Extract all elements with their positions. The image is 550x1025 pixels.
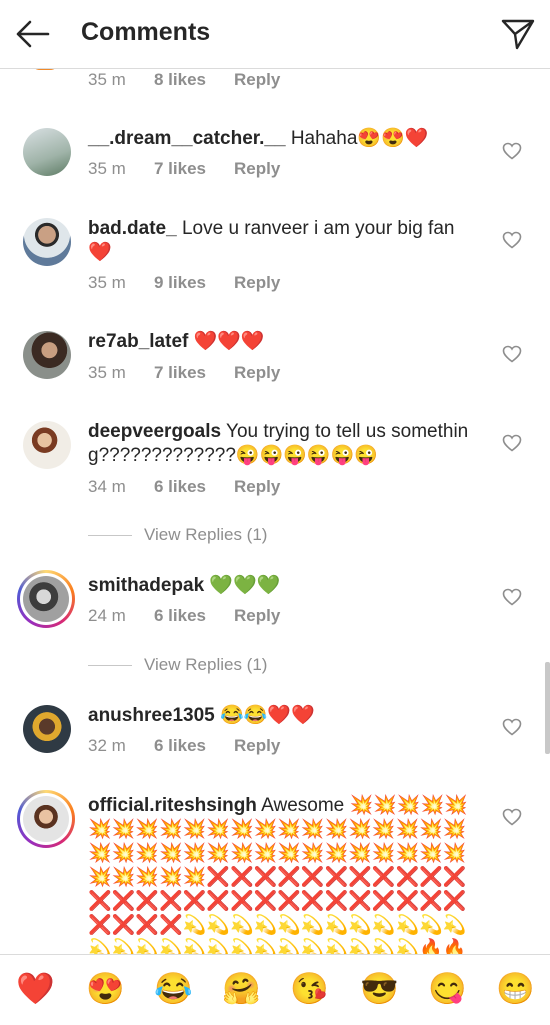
comment-likes[interactable]: 7 likes [154,363,234,383]
avatar[interactable] [23,331,71,379]
heart-outline-icon[interactable] [502,588,522,606]
avatar[interactable] [17,790,75,848]
avatar[interactable] [17,570,75,628]
emoji-button[interactable]: 😎 [360,971,399,1007]
comment-body: 😂😂❤️❤️ [214,705,315,726]
comment-username[interactable]: __.dream__catcher.__ [88,128,286,149]
comment-time: 24 m [88,606,126,625]
comment-likes[interactable]: 9 likes [154,273,234,293]
view-replies-label: View Replies (1) [144,655,268,674]
comment-likes[interactable]: 6 likes [154,477,234,497]
comment-time: 34 m [88,477,126,496]
comment-meta: 24 m 6 likes Reply [88,606,280,626]
heart-outline-icon[interactable] [502,231,522,249]
comment-text: bad.date_ Love u ranveer i am your big f… [88,217,480,265]
avatar[interactable] [23,421,71,469]
divider-line [88,665,132,667]
avatar[interactable] [23,705,71,753]
comment-username[interactable]: re7ab_latef [88,331,188,352]
avatar[interactable] [23,128,71,176]
heart-outline-icon[interactable] [502,142,522,160]
emoji-button[interactable]: 😋 [428,971,467,1007]
emoji-button[interactable]: 😁 [496,971,535,1007]
comment-text: official.riteshsingh Awesome 💥💥💥💥💥💥💥💥💥💥💥… [88,794,480,954]
paper-plane-icon[interactable] [500,17,536,51]
comment-time: 35 m [88,159,126,178]
comment-meta: 35 m 8 likes Reply [88,70,280,90]
emoji-button[interactable]: 😍 [86,971,125,1007]
view-replies-button[interactable]: View Replies (1) [88,525,267,545]
reply-button[interactable]: Reply [234,736,280,756]
comment-meta: 34 m 6 likes Reply [88,477,280,497]
heart-outline-icon[interactable] [502,345,522,363]
comment-meta: 35 m 7 likes Reply [88,363,280,383]
reply-button[interactable]: Reply [234,363,280,383]
comment-body: ❤️❤️❤️ [188,331,265,352]
comment-body: Hahaha😍😍❤️ [285,128,429,149]
comment-username[interactable]: official.riteshsingh [88,795,257,816]
view-replies-label: View Replies (1) [144,525,268,544]
emoji-button[interactable]: 😘 [290,971,329,1007]
comment-likes[interactable]: 6 likes [154,736,234,756]
header-bar: Comments [0,0,550,69]
comment-likes[interactable]: 8 likes [154,70,234,90]
comment-meta: 35 m 7 likes Reply [88,159,280,179]
comment-username[interactable]: anushree1305 [88,705,215,726]
emoji-button[interactable]: ❤️ [16,971,55,1007]
comment-text: anushree1305 😂😂❤️❤️ [88,704,480,728]
reply-button[interactable]: Reply [234,606,280,626]
comment-time: 35 m [88,363,126,382]
heart-outline-icon[interactable] [502,434,522,452]
comment-username[interactable]: deepveergoals [88,421,221,442]
scrollbar[interactable] [545,662,550,754]
comment-likes[interactable]: 6 likes [154,606,234,626]
comment-meta: 32 m 6 likes Reply [88,736,280,756]
heart-outline-icon[interactable] [502,808,522,826]
comment-text: re7ab_latef ❤️❤️❤️ [88,330,480,354]
view-replies-button[interactable]: View Replies (1) [88,655,267,675]
comment-body: Awesome 💥💥💥💥💥💥💥💥💥💥💥💥💥💥💥💥💥💥💥💥💥💥💥💥💥💥💥💥💥💥💥💥… [88,795,468,954]
reply-button[interactable]: Reply [234,159,280,179]
comment-time: 35 m [88,273,126,292]
comment-time: 32 m [88,736,126,755]
page-title: Comments [81,18,211,46]
heart-outline-icon[interactable] [502,718,522,736]
reply-button[interactable]: Reply [234,273,280,293]
comment-username[interactable]: smithadepak [88,575,204,596]
emoji-button[interactable]: 😂 [154,971,193,1007]
avatar[interactable] [23,218,71,266]
comment-text: smithadepak 💚💚💚 [88,574,480,598]
comment-text: deepveergoals You trying to tell us some… [88,420,480,468]
comment-likes[interactable]: 7 likes [154,159,234,179]
comment-username[interactable]: bad.date_ [88,218,177,239]
comment-text: __.dream__catcher.__ Hahaha😍😍❤️ [88,127,480,151]
divider-line [88,535,132,537]
emoji-quick-bar: ❤️ 😍 😂 🤗 😘 😎 😋 😁 [0,954,550,1025]
reply-button[interactable]: Reply [234,70,280,90]
comment-time: 35 m [88,70,126,89]
arrow-left-icon[interactable] [14,18,50,50]
reply-button[interactable]: Reply [234,477,280,497]
emoji-button[interactable]: 🤗 [222,971,261,1007]
comment-body: 💚💚💚 [204,575,281,596]
comment-meta: 35 m 9 likes Reply [88,273,280,293]
